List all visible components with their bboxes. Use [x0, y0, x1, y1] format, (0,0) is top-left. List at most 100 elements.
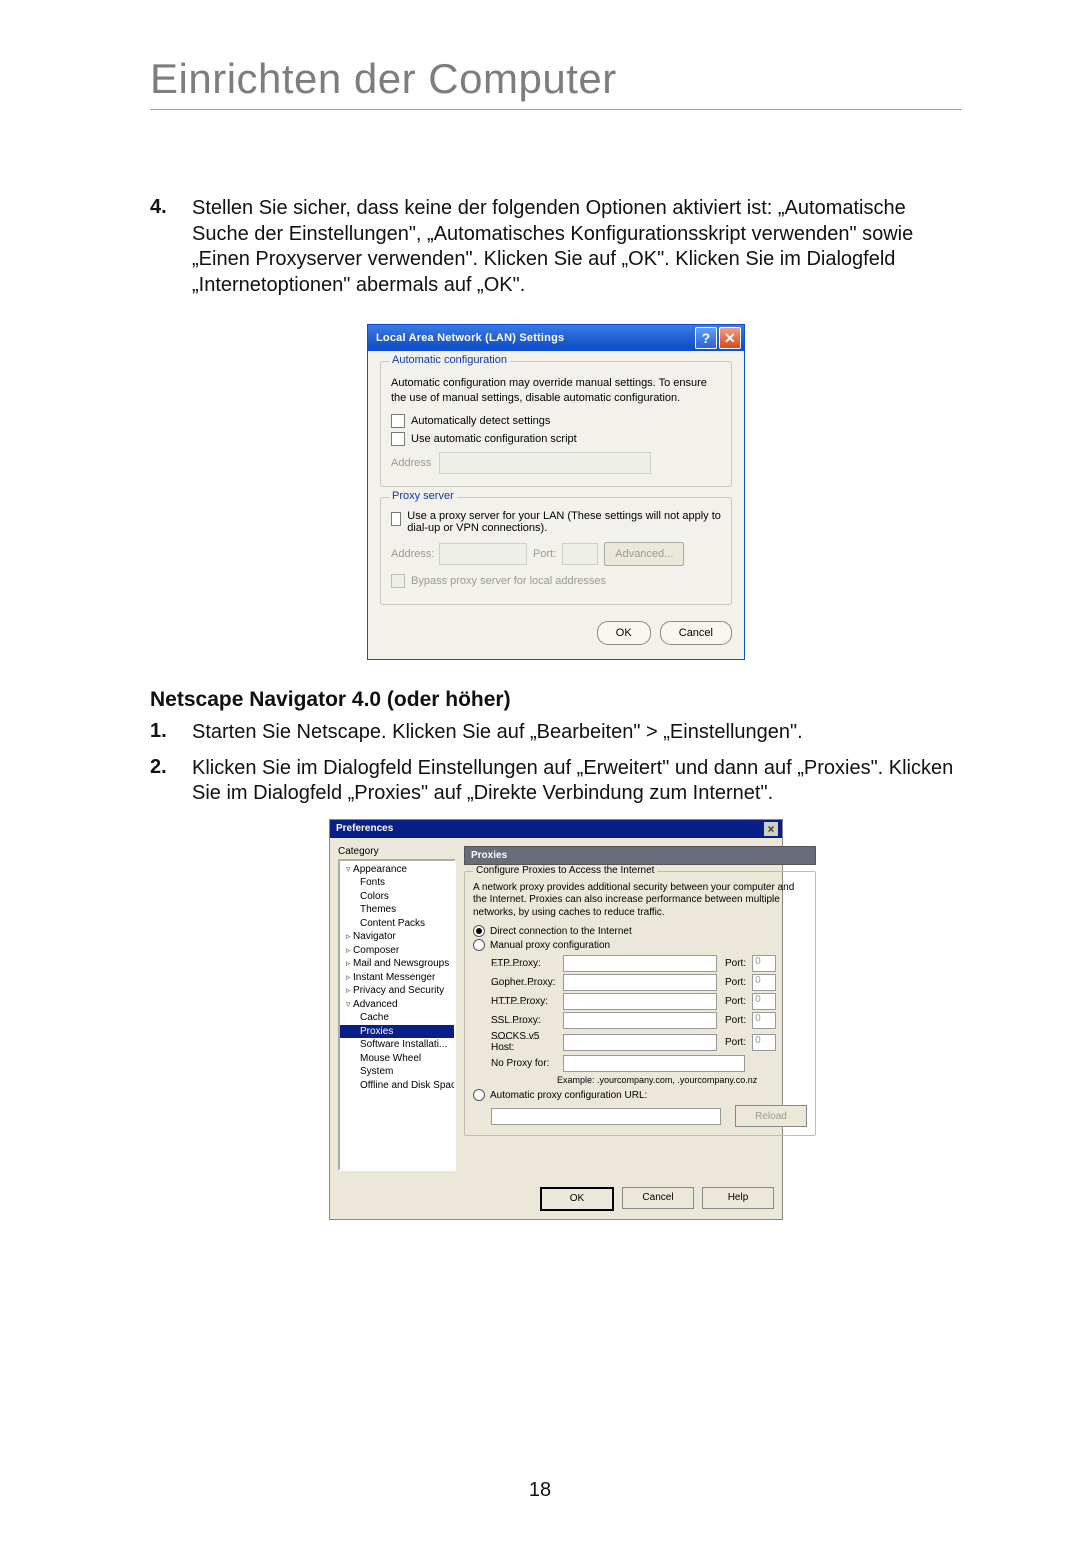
ftp-port-input[interactable]: 0	[752, 955, 776, 972]
cat-fonts[interactable]: Fonts	[340, 876, 454, 890]
category-tree[interactable]: Appearance Fonts Colors Themes Content P…	[338, 859, 456, 1171]
ssl-input[interactable]	[563, 1012, 717, 1029]
cat-offline[interactable]: Offline and Disk Space	[340, 1079, 454, 1093]
page-number: 18	[0, 1479, 1080, 1502]
page-title: Einrichten der Computer	[150, 55, 962, 103]
checkbox-icon[interactable]	[391, 414, 405, 428]
http-input[interactable]	[563, 993, 717, 1010]
cat-composer[interactable]: Composer	[340, 944, 454, 958]
socks-input[interactable]	[563, 1034, 717, 1051]
port-label: Port:	[725, 1015, 746, 1026]
cat-system[interactable]: System	[340, 1065, 454, 1079]
cat-mouse[interactable]: Mouse Wheel	[340, 1052, 454, 1066]
http-port-input[interactable]: 0	[752, 993, 776, 1010]
ok-button[interactable]: OK	[540, 1187, 614, 1211]
proxy-port-input	[562, 543, 598, 565]
checkbox-icon[interactable]	[391, 512, 401, 526]
proxy-port-label: Port:	[533, 548, 556, 560]
cat-colors[interactable]: Colors	[340, 890, 454, 904]
port-label: Port:	[725, 958, 746, 969]
cancel-button[interactable]: Cancel	[660, 621, 732, 645]
proxies-desc: A network proxy provides additional secu…	[473, 882, 807, 920]
proxy-address-input	[439, 543, 527, 565]
ftp-label: FTP Proxy:	[491, 958, 559, 969]
pref-titlebar: Preferences ×	[330, 820, 782, 838]
panel-title: Proxies	[464, 846, 816, 865]
step-number: 2.	[150, 756, 192, 779]
radio-auto[interactable]: Automatic proxy configuration URL:	[473, 1089, 807, 1101]
noproxy-label: No Proxy for:	[491, 1058, 559, 1069]
gopher-input[interactable]	[563, 974, 717, 991]
address-label: Address	[391, 457, 431, 469]
use-script-label: Use automatic configuration script	[411, 433, 577, 445]
step-text: Starten Sie Netscape. Klicken Sie auf „B…	[192, 720, 803, 746]
autoconfig-fieldset: Automatic configuration Automatic config…	[380, 361, 732, 487]
autoconfig-desc: Automatic configuration may override man…	[391, 376, 721, 406]
gopher-port-input[interactable]: 0	[752, 974, 776, 991]
step-text: Klicken Sie im Dialogfeld Einstellungen …	[192, 756, 962, 807]
cat-content-packs[interactable]: Content Packs	[340, 917, 454, 931]
lan-titlebar: Local Area Network (LAN) Settings ? ✕	[368, 325, 744, 351]
cat-advanced[interactable]: Advanced	[340, 998, 454, 1012]
ssl-label: SSL Proxy:	[491, 1015, 559, 1026]
proxy-address-label: Address:	[391, 548, 433, 560]
checkbox-icon[interactable]	[391, 432, 405, 446]
ftp-input[interactable]	[563, 955, 717, 972]
ok-button[interactable]: OK	[597, 621, 651, 645]
proxy-legend: Proxy server	[389, 490, 457, 502]
radio-direct[interactable]: Direct connection to the Internet	[473, 925, 807, 937]
help-button[interactable]: Help	[702, 1187, 774, 1209]
detect-settings-row[interactable]: Automatically detect settings	[391, 414, 721, 428]
title-divider	[150, 109, 962, 110]
ssl-port-input[interactable]: 0	[752, 1012, 776, 1029]
cat-mail[interactable]: Mail and Newsgroups	[340, 957, 454, 971]
script-address-input	[439, 452, 651, 474]
gopher-label: Gopher Proxy:	[491, 977, 559, 988]
cancel-button[interactable]: Cancel	[622, 1187, 694, 1209]
proxies-legend: Configure Proxies to Access the Internet	[473, 865, 657, 876]
noproxy-input[interactable]	[563, 1055, 745, 1072]
cat-privacy[interactable]: Privacy and Security	[340, 984, 454, 998]
pref-title-text: Preferences	[336, 823, 393, 834]
port-label: Port:	[725, 996, 746, 1007]
netscape-heading: Netscape Navigator 4.0 (oder höher)	[150, 688, 962, 712]
lan-title-text: Local Area Network (LAN) Settings	[376, 332, 564, 344]
close-button[interactable]: ×	[764, 822, 778, 836]
advanced-button: Advanced...	[604, 542, 684, 566]
port-label: Port:	[725, 977, 746, 988]
help-button[interactable]: ?	[695, 327, 717, 349]
radio-icon[interactable]	[473, 1089, 485, 1101]
cat-swinstall[interactable]: Software Installati...	[340, 1038, 454, 1052]
detect-settings-label: Automatically detect settings	[411, 415, 550, 427]
close-button[interactable]: ✕	[719, 327, 741, 349]
radio-icon[interactable]	[473, 939, 485, 951]
radio-manual-label: Manual proxy configuration	[490, 940, 610, 951]
noproxy-example: Example: .yourcompany.com, .yourcompany.…	[557, 1075, 807, 1085]
step-number: 4.	[150, 196, 192, 219]
cat-im[interactable]: Instant Messenger	[340, 971, 454, 985]
http-label: HTTP Proxy:	[491, 996, 559, 1007]
proxies-fieldset: Configure Proxies to Access the Internet…	[464, 871, 816, 1137]
step-4: 4. Stellen Sie sicher, dass keine der fo…	[150, 196, 962, 298]
cat-themes[interactable]: Themes	[340, 903, 454, 917]
radio-manual[interactable]: Manual proxy configuration	[473, 939, 807, 951]
socks-label: SOCKS v5 Host:	[491, 1031, 559, 1053]
radio-direct-label: Direct connection to the Internet	[490, 926, 632, 937]
checkbox-icon	[391, 574, 405, 588]
proxy-use-label: Use a proxy server for your LAN (These s…	[407, 510, 721, 534]
cat-cache[interactable]: Cache	[340, 1011, 454, 1025]
socks-port-input[interactable]: 0	[752, 1034, 776, 1051]
step-text: Stellen Sie sicher, dass keine der folge…	[192, 196, 962, 298]
radio-icon[interactable]	[473, 925, 485, 937]
auto-url-input[interactable]	[491, 1108, 721, 1125]
autoconfig-legend: Automatic configuration	[389, 354, 510, 366]
cat-navigator[interactable]: Navigator	[340, 930, 454, 944]
port-label: Port:	[725, 1037, 746, 1048]
cat-proxies[interactable]: Proxies	[340, 1025, 454, 1039]
category-label: Category	[338, 846, 456, 857]
reload-button: Reload	[735, 1105, 807, 1127]
use-script-row[interactable]: Use automatic configuration script	[391, 432, 721, 446]
proxy-fieldset: Proxy server Use a proxy server for your…	[380, 497, 732, 605]
cat-appearance[interactable]: Appearance	[340, 863, 454, 877]
bypass-label: Bypass proxy server for local addresses	[411, 575, 606, 587]
